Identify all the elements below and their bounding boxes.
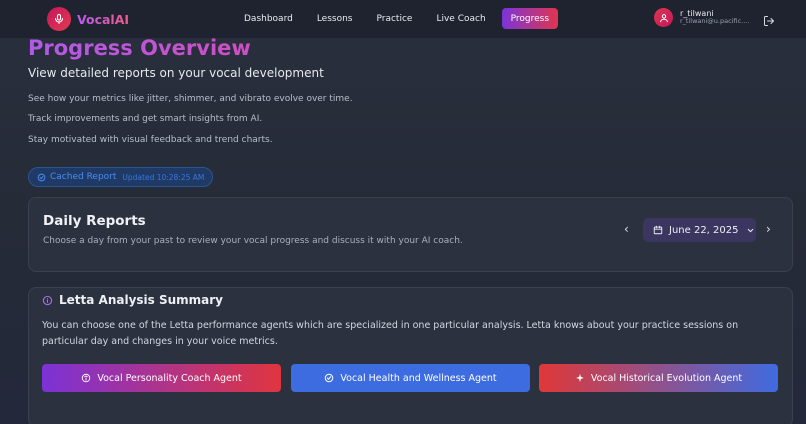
- chevron-down-icon: [746, 226, 755, 235]
- logout-icon[interactable]: [763, 12, 775, 31]
- info-icon: [42, 295, 53, 306]
- cached-report-updated: Updated 10:28:25 AM: [122, 172, 205, 182]
- letta-title: Letta Analysis Summary: [59, 293, 224, 307]
- description-line: Stay motivated with visual feedback and …: [28, 135, 273, 145]
- user-avatar-icon: [654, 8, 673, 27]
- nav-practice[interactable]: Practice: [369, 8, 421, 29]
- check-circle-icon: [324, 373, 334, 383]
- app-name: VocalAI: [77, 11, 130, 27]
- daily-reports-title: Daily Reports: [43, 213, 146, 229]
- prev-day-icon[interactable]: ‹: [624, 222, 629, 236]
- app-logo[interactable]: VocalAI: [47, 7, 129, 31]
- nav-live-coach[interactable]: Live Coach: [428, 8, 493, 29]
- agent-label: Vocal Health and Wellness Agent: [340, 372, 497, 384]
- cached-report-label: Cached Report: [50, 172, 117, 182]
- page-title: Progress Overview: [28, 36, 251, 60]
- date-picker[interactable]: June 22, 2025: [643, 218, 756, 242]
- vocal-health-wellness-button[interactable]: Vocal Health and Wellness Agent: [291, 364, 530, 392]
- calendar-icon: [653, 225, 663, 235]
- vocal-historical-evolution-button[interactable]: Vocal Historical Evolution Agent: [539, 364, 778, 392]
- user-info: r_tilwani r_tilwani@u.pacific....: [680, 9, 750, 26]
- cached-report-badge: Cached Report Updated 10:28:25 AM: [28, 167, 214, 187]
- user-email: r_tilwani@u.pacific....: [680, 17, 750, 26]
- top-navbar: VocalAI Dashboard Lessons Practice Live …: [0, 0, 806, 38]
- vocal-personality-coach-button[interactable]: Vocal Personality Coach Agent: [42, 364, 281, 392]
- agent-label: Vocal Historical Evolution Agent: [590, 372, 743, 384]
- next-day-icon[interactable]: ›: [766, 222, 771, 236]
- sparkle-icon: [575, 373, 585, 383]
- letta-summary-card: [28, 287, 793, 424]
- description-line: Track improvements and get smart insight…: [28, 114, 263, 124]
- microphone-icon: [47, 7, 71, 31]
- user-menu[interactable]: r_tilwani r_tilwani@u.pacific....: [654, 8, 749, 27]
- brain-icon: [81, 373, 91, 383]
- check-circle-icon: [37, 173, 46, 182]
- nav-progress[interactable]: Progress: [501, 8, 559, 29]
- selected-date: June 22, 2025: [669, 224, 739, 236]
- nav-dashboard[interactable]: Dashboard: [236, 8, 301, 29]
- agent-label: Vocal Personality Coach Agent: [97, 372, 242, 384]
- page-subtitle: View detailed reports on your vocal deve…: [28, 66, 324, 80]
- letta-title-row: Letta Analysis Summary: [42, 293, 223, 307]
- daily-reports-card: Daily Reports Choose a day from your pas…: [28, 197, 793, 272]
- letta-description: You can choose one of the Letta performa…: [42, 320, 739, 347]
- nav-links: Dashboard Lessons Practice Live Coach Pr…: [236, 8, 566, 29]
- daily-reports-subtitle: Choose a day from your past to review yo…: [43, 236, 463, 246]
- nav-lessons[interactable]: Lessons: [309, 8, 361, 29]
- description-line: See how your metrics like jitter, shimme…: [28, 94, 353, 104]
